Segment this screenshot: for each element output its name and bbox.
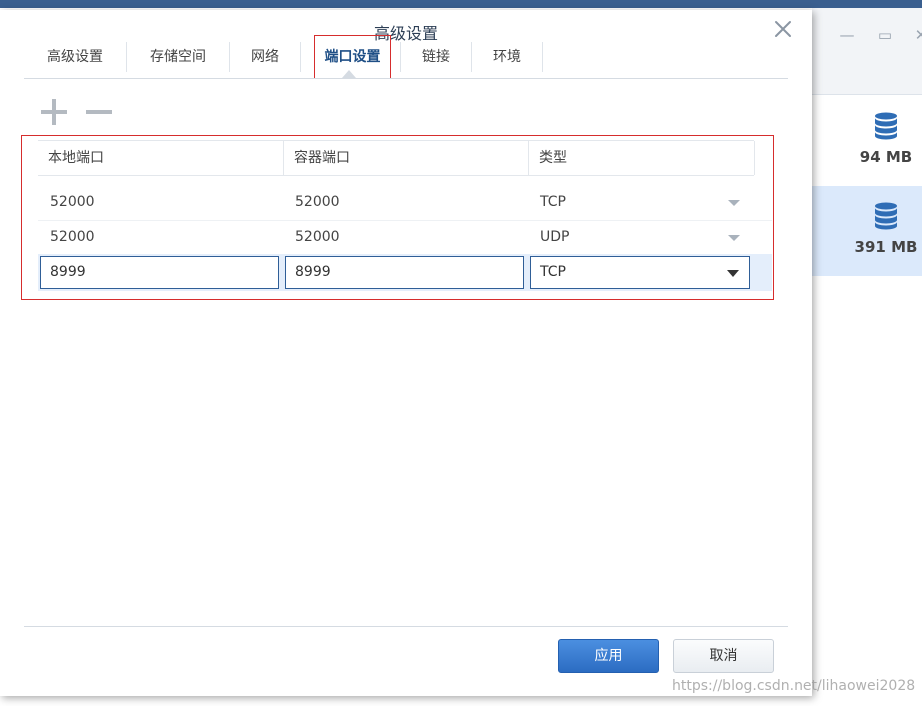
tab-network[interactable]: 网络 (230, 36, 300, 80)
chevron-down-icon[interactable] (728, 200, 740, 206)
local-port-cell: 52000 (50, 229, 95, 245)
column-divider (754, 141, 755, 175)
database-icon (875, 202, 897, 230)
tab-divider (542, 42, 543, 72)
table-row[interactable]: 52000 52000 TCP (38, 185, 772, 221)
plus-icon[interactable] (39, 97, 69, 127)
type-cell: TCP (540, 194, 566, 210)
chevron-down-icon[interactable] (728, 235, 740, 241)
tab-links[interactable]: 链接 (401, 36, 471, 80)
tab-divider (300, 42, 301, 72)
tab-divider-line (24, 78, 788, 79)
background-title-strip (0, 0, 922, 8)
list-item-selected[interactable]: 391 MB (812, 186, 922, 276)
minus-icon[interactable] (84, 97, 114, 127)
tab-advanced[interactable]: 高级设置 (24, 36, 126, 80)
container-port-cell: 52000 (295, 229, 340, 245)
item-size: 94 MB (859, 148, 913, 166)
background-titlebar: — ▭ ✕ (812, 8, 922, 95)
type-select[interactable]: TCP (530, 256, 750, 289)
column-header-type[interactable]: 类型 (529, 141, 754, 175)
footer-divider (24, 626, 788, 627)
apply-button[interactable]: 应用 (558, 639, 659, 673)
watermark: https://blog.csdn.net/lihaowei2028 (672, 678, 916, 694)
table-header: 本地端口 容器端口 类型 (38, 140, 755, 176)
minimize-icon[interactable]: — (838, 26, 856, 44)
list-item[interactable]: 94 MB (812, 96, 922, 186)
item-size: 391 MB (854, 238, 918, 256)
tab-storage[interactable]: 存储空间 (127, 36, 229, 80)
chevron-down-icon[interactable] (727, 270, 739, 277)
container-port-input[interactable]: 8999 (285, 256, 524, 289)
column-header-local-port[interactable]: 本地端口 (38, 141, 283, 175)
table-row-editing[interactable]: 8999 8999 TCP (38, 254, 772, 291)
close-icon[interactable] (772, 18, 794, 40)
type-cell: UDP (540, 229, 570, 245)
advanced-settings-dialog: 高级设置 (0, 10, 812, 696)
local-port-input[interactable]: 8999 (40, 256, 279, 289)
table-row[interactable]: 52000 52000 UDP (38, 220, 772, 256)
database-icon (875, 112, 897, 140)
column-header-container-port[interactable]: 容器端口 (284, 141, 529, 175)
maximize-icon[interactable]: ▭ (876, 26, 894, 44)
type-select-value: TCP (540, 264, 566, 280)
cancel-button[interactable]: 取消 (673, 639, 774, 673)
container-port-cell: 52000 (295, 194, 340, 210)
local-port-cell: 52000 (50, 194, 95, 210)
close-icon[interactable]: ✕ (912, 26, 922, 44)
active-tab-indicator (342, 70, 356, 78)
tab-environment[interactable]: 环境 (472, 36, 542, 80)
